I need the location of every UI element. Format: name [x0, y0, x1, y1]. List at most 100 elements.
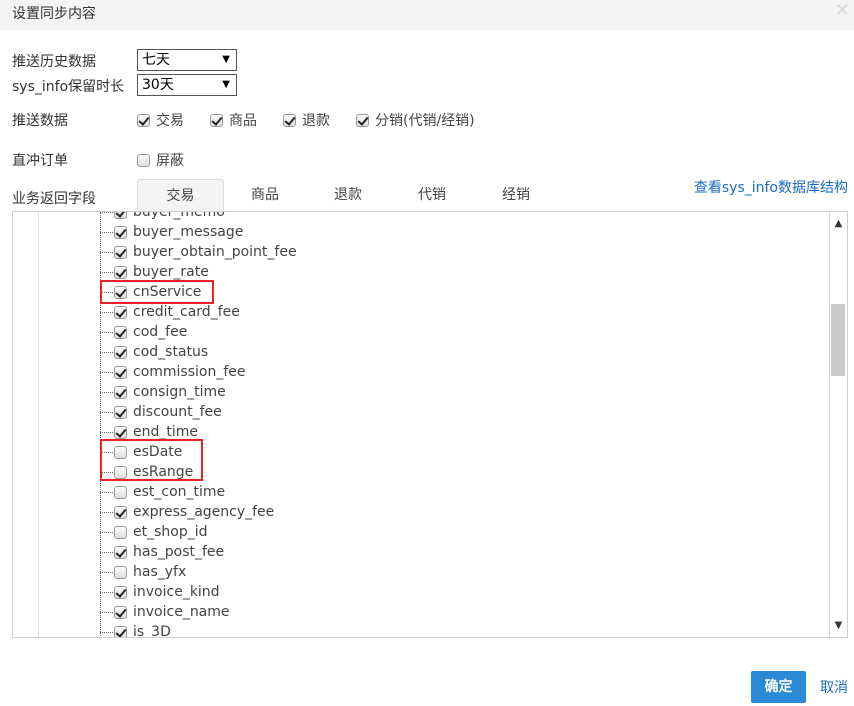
- field-tree-item[interactable]: has_post_fee: [100, 542, 224, 562]
- tree-branch-line: [100, 311, 113, 313]
- history-select-value: 七天: [142, 52, 170, 68]
- schema-link[interactable]: 查看sys_info数据库结构: [694, 177, 848, 197]
- panel-gutter: [13, 212, 39, 637]
- push-refund-checkbox[interactable]: 退款: [283, 110, 330, 130]
- cnservice-highlight-box: [100, 280, 214, 304]
- push-refund-label: 退款: [302, 113, 330, 129]
- tree-branch-line: [100, 271, 113, 273]
- checkbox-checked-icon[interactable]: [114, 385, 127, 399]
- tree-branch-line: [100, 531, 113, 533]
- retention-select[interactable]: 30天 ▼: [137, 74, 237, 96]
- scroll-up-icon[interactable]: ▲: [830, 218, 847, 229]
- checkbox-checked-icon[interactable]: [114, 425, 127, 439]
- field-tree-item[interactable]: express_agency_fee: [100, 502, 274, 522]
- checkbox-checked-icon[interactable]: [114, 345, 127, 359]
- checkbox-checked-icon[interactable]: [114, 245, 127, 259]
- direct-order-block-label: 屏蔽: [156, 153, 184, 169]
- field-name-label: consign_time: [133, 384, 226, 400]
- retention-label: sys_info保留时长: [12, 79, 125, 95]
- checkbox-checked-icon[interactable]: [210, 113, 223, 127]
- checkbox-checked-icon[interactable]: [114, 225, 127, 239]
- checkbox-checked-icon[interactable]: [114, 625, 127, 637]
- direct-order-block-checkbox[interactable]: 屏蔽: [137, 150, 184, 170]
- tree-branch-line: [100, 571, 113, 573]
- tree-branch-line: [100, 391, 113, 393]
- dropdown-arrow-icon: ▼: [222, 79, 230, 90]
- checkbox-checked-icon[interactable]: [114, 305, 127, 319]
- field-name-label: discount_fee: [133, 404, 222, 420]
- checkbox-checked-icon[interactable]: [114, 585, 127, 599]
- scrollbar-thumb[interactable]: [831, 304, 845, 376]
- field-tree-item[interactable]: buyer_memo: [100, 212, 225, 222]
- tree-branch-line: [100, 331, 113, 333]
- tree-branch-line: [100, 491, 113, 493]
- tree-branch-line: [100, 591, 113, 593]
- field-name-label: buyer_rate: [133, 264, 209, 280]
- checkbox-checked-icon[interactable]: [114, 265, 127, 279]
- push-distribution-label: 分销(代销/经销): [375, 113, 475, 129]
- checkbox-checked-icon[interactable]: [114, 365, 127, 379]
- tab-trade[interactable]: 交易: [137, 179, 224, 212]
- dialog-title: 设置同步内容: [12, 6, 96, 22]
- checkbox-checked-icon[interactable]: [356, 113, 369, 127]
- field-name-label: invoice_name: [133, 604, 230, 620]
- field-tree-item[interactable]: cod_fee: [100, 322, 187, 342]
- field-tree-item[interactable]: invoice_name: [100, 602, 230, 622]
- checkbox-checked-icon[interactable]: [114, 405, 127, 419]
- tab-consign[interactable]: 代销: [397, 179, 467, 212]
- field-tree-item[interactable]: cod_status: [100, 342, 208, 362]
- checkbox-checked-icon[interactable]: [283, 113, 296, 127]
- push-goods-label: 商品: [229, 113, 257, 129]
- tab-goods[interactable]: 商品: [230, 179, 300, 212]
- history-select[interactable]: 七天 ▼: [137, 49, 237, 71]
- field-tree-item[interactable]: buyer_rate: [100, 262, 209, 282]
- cancel-button[interactable]: 取消: [820, 677, 848, 697]
- field-tree-item[interactable]: discount_fee: [100, 402, 222, 422]
- checkbox-unchecked-icon[interactable]: [137, 153, 150, 167]
- tab-refund[interactable]: 退款: [313, 179, 383, 212]
- checkbox-checked-icon[interactable]: [114, 605, 127, 619]
- checkbox-checked-icon[interactable]: [114, 505, 127, 519]
- esdate-esrange-highlight-box: [100, 439, 203, 481]
- checkbox-checked-icon[interactable]: [137, 113, 150, 127]
- tab-dealer[interactable]: 经销: [481, 179, 551, 212]
- close-icon[interactable]: ✕: [835, 0, 850, 21]
- field-name-label: invoice_kind: [133, 584, 220, 600]
- field-name-label: cod_status: [133, 344, 209, 360]
- field-name-label: buyer_obtain_point_fee: [133, 244, 297, 260]
- field-tree-scrollbar[interactable]: ▲ ▼: [830, 211, 848, 638]
- field-tree-item[interactable]: est_con_time: [100, 482, 225, 502]
- checkbox-unchecked-icon[interactable]: [114, 485, 127, 499]
- field-name-label: est_con_time: [133, 484, 226, 500]
- field-tree-item[interactable]: buyer_message: [100, 222, 243, 242]
- push-trade-label: 交易: [156, 113, 184, 129]
- dropdown-arrow-icon: ▼: [222, 54, 230, 65]
- field-tree-item[interactable]: et_shop_id: [100, 522, 208, 542]
- tree-branch-line: [100, 231, 113, 233]
- field-tree-item[interactable]: has_yfx: [100, 562, 186, 582]
- field-tree-item[interactable]: buyer_obtain_point_fee: [100, 242, 297, 262]
- field-name-label: credit_card_fee: [133, 304, 240, 320]
- history-label: 推送历史数据: [12, 54, 96, 70]
- field-tree-item[interactable]: credit_card_fee: [100, 302, 240, 322]
- field-name-label: buyer_message: [133, 224, 244, 240]
- field-name-label: express_agency_fee: [133, 504, 275, 520]
- confirm-button[interactable]: 确定: [751, 671, 806, 703]
- checkbox-checked-icon[interactable]: [114, 212, 127, 219]
- scroll-down-icon[interactable]: ▼: [830, 620, 847, 631]
- checkbox-unchecked-icon[interactable]: [114, 565, 127, 579]
- push-data-label: 推送数据: [12, 113, 68, 129]
- push-goods-checkbox[interactable]: 商品: [210, 110, 257, 130]
- checkbox-checked-icon[interactable]: [114, 325, 127, 339]
- checkbox-checked-icon[interactable]: [114, 545, 127, 559]
- checkbox-unchecked-icon[interactable]: [114, 525, 127, 539]
- direct-order-label: 直冲订单: [12, 153, 68, 169]
- field-tree-item[interactable]: consign_time: [100, 382, 226, 402]
- field-name-label: end_time: [133, 424, 199, 440]
- field-tree-item[interactable]: commission_fee: [100, 362, 246, 382]
- field-tree-item[interactable]: invoice_kind: [100, 582, 220, 602]
- push-trade-checkbox[interactable]: 交易: [137, 110, 184, 130]
- tree-branch-line: [100, 251, 113, 253]
- field-tree-item[interactable]: is_3D: [100, 622, 171, 637]
- push-distribution-checkbox[interactable]: 分销(代销/经销): [356, 110, 475, 130]
